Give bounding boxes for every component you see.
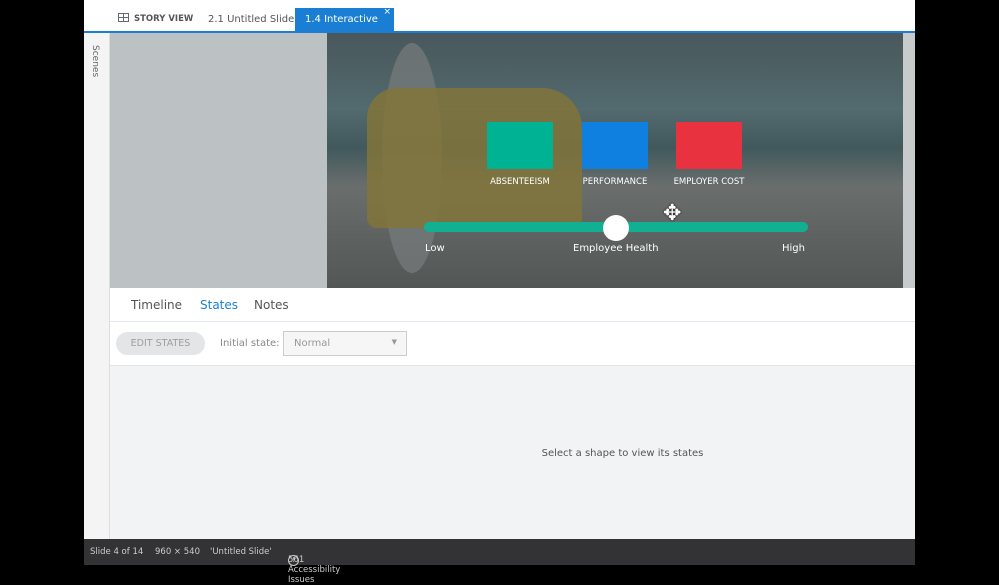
slider-thumb[interactable] (603, 215, 629, 241)
slide-canvas: ABSENTEEISM PERFORMANCE EMPLOYER COST Lo… (110, 33, 915, 288)
tab-untitled-slide[interactable]: 2.1 Untitled Slide (198, 8, 304, 31)
select-value: Normal (294, 338, 331, 349)
tab-timeline[interactable]: Timeline (131, 298, 182, 312)
tab-bar: STORY VIEW 2.1 Untitled Slide 1.4 Intera… (84, 0, 915, 48)
story-view-icon (118, 13, 129, 22)
status-bar: Slide 4 of 14 960 × 540 'Untitled Slide'… (84, 539, 915, 585)
absenteeism-box[interactable] (487, 122, 553, 169)
tab-label: STORY VIEW (134, 14, 194, 24)
tab-interactive[interactable]: 1.4 Interactive ...× (295, 7, 394, 48)
close-icon[interactable]: × (383, 1, 391, 24)
edit-states-button[interactable]: EDIT STATES (116, 332, 205, 355)
states-area: Select a shape to view its states (110, 366, 915, 539)
scenes-panel[interactable]: Scenes (84, 33, 110, 539)
scrollbar[interactable] (903, 33, 915, 288)
absenteeism-label: ABSENTEEISM (490, 177, 550, 187)
slide-size: 960 × 540 (155, 547, 200, 557)
employer-cost-box[interactable] (676, 122, 742, 169)
employer-cost-label: EMPLOYER COST (673, 177, 745, 187)
performance-box[interactable] (582, 122, 648, 169)
chevron-down-icon: ▼ (391, 338, 397, 346)
states-toolbar: EDIT STATES Initial state: Normal ▼ (110, 322, 915, 366)
tab-states[interactable]: States (200, 298, 238, 312)
slider-low-label: Low (425, 243, 445, 254)
slide-count: Slide 4 of 14 (90, 547, 144, 557)
slider-title: Employee Health (573, 243, 659, 254)
issues-label: 561 Accessibility Issues (288, 555, 341, 585)
slide[interactable]: ABSENTEEISM PERFORMANCE EMPLOYER COST Lo… (327, 33, 903, 288)
initial-state-label: Initial state: (220, 338, 280, 349)
tab-notes[interactable]: Notes (254, 298, 289, 312)
scenes-label: Scenes (90, 45, 100, 78)
empty-message: Select a shape to view its states (541, 448, 704, 459)
app-window: STORY VIEW 2.1 Untitled Slide 1.4 Intera… (84, 0, 915, 585)
tab-story-view[interactable]: STORY VIEW (108, 8, 203, 31)
slider-high-label: High (782, 243, 805, 254)
initial-state-select[interactable]: Normal ▼ (283, 331, 407, 356)
move-cursor-icon: ✥ (663, 201, 682, 226)
slide-title: 'Untitled Slide' (210, 547, 272, 557)
panel-tabs: Timeline States Notes (110, 288, 915, 322)
